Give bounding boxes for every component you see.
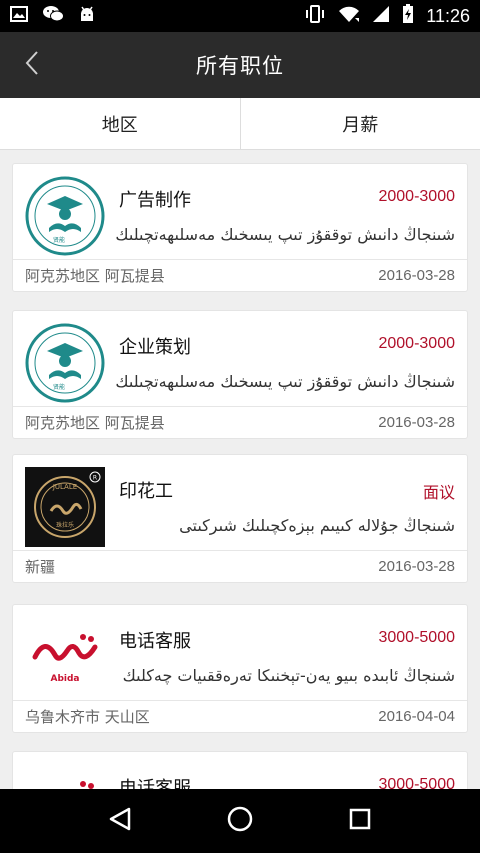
nav-back-button[interactable]: [96, 797, 144, 845]
job-card[interactable]: 贤能 广告制作 2000-3000 شىنجاڭ دانىش توققۇز تى…: [12, 163, 468, 292]
signal-icon: [372, 5, 390, 27]
company-name: شىنجاڭ دانىش توققۇز تىپ يىسخىك مەسلىھەتچ…: [115, 372, 455, 391]
job-salary: 2000-3000: [378, 188, 455, 205]
job-date: 2016-03-28: [378, 558, 455, 575]
job-title: 电话客服: [119, 778, 191, 789]
abida-logo: [25, 764, 105, 789]
job-salary: 面议: [422, 485, 455, 502]
julale-logo: JULALE 珠拉乐 R: [25, 467, 105, 547]
battery-charging-icon: [402, 4, 414, 28]
svg-text:R: R: [93, 475, 97, 482]
svg-text:贤能: 贤能: [53, 236, 65, 244]
job-title: 广告制作: [119, 190, 191, 211]
job-date: 2016-04-04: [378, 708, 455, 725]
android-icon: [78, 5, 96, 27]
job-card[interactable]: Abida 电话客服 3000-5000 شىنجاڭ ئابىدە بىيو …: [12, 604, 468, 733]
danish-advertising-logo: 贤能: [25, 176, 105, 256]
job-salary: 2000-3000: [378, 335, 455, 352]
wifi-icon: [338, 5, 360, 27]
svg-text:贤能: 贤能: [53, 383, 65, 391]
back-button[interactable]: [14, 47, 50, 83]
job-date: 2016-03-28: [378, 267, 455, 284]
svg-text:珠拉乐: 珠拉乐: [56, 521, 74, 529]
job-location: 乌鲁木齐市 天山区: [25, 708, 150, 726]
danish-advertising-logo: 贤能: [25, 323, 105, 403]
abida-logo: Abida: [25, 617, 105, 697]
chevron-left-icon: [24, 50, 40, 80]
job-list[interactable]: 贤能 广告制作 2000-3000 شىنجاڭ دانىش توققۇز تى…: [0, 150, 480, 789]
back-triangle-icon: [107, 806, 133, 836]
home-circle-icon: [226, 805, 254, 837]
job-date: 2016-03-28: [378, 414, 455, 431]
image-icon: [10, 6, 28, 26]
job-title: 印花工: [119, 481, 173, 502]
job-title: 企业策划: [119, 337, 191, 358]
nav-recents-button[interactable]: [336, 797, 384, 845]
page-title: 所有职位: [196, 54, 284, 78]
svg-text:JULALE: JULALE: [52, 483, 77, 491]
job-card[interactable]: JULALE 珠拉乐 R 印花工 面议 شىنجاڭ جۇلالە كىيىم …: [12, 454, 468, 583]
status-time: 11:26: [426, 5, 470, 26]
job-salary: 3000-5000: [378, 776, 455, 789]
job-location: 新疆: [25, 558, 56, 576]
wechat-icon: [42, 5, 64, 27]
job-salary: 3000-5000: [378, 629, 455, 646]
job-location: 阿克苏地区 阿瓦提县: [25, 267, 165, 285]
nav-home-button[interactable]: [216, 797, 264, 845]
company-name: شىنجاڭ دانىش توققۇز تىپ يىسخىك مەسلىھەتچ…: [115, 225, 455, 244]
company-name: شىنجاڭ جۇلالە كىيىم بېزەكچىلىك شىركىتى: [179, 516, 455, 535]
svg-text:Abida: Abida: [50, 674, 79, 684]
job-card[interactable]: 电话客服 3000-5000: [12, 751, 468, 789]
job-location: 阿克苏地区 阿瓦提县: [25, 414, 165, 432]
navigation-bar: [0, 789, 480, 853]
filter-region[interactable]: 地区: [0, 98, 240, 149]
recents-square-icon: [348, 807, 372, 835]
status-bar: 11:26: [0, 0, 480, 32]
filter-bar: 地区 月薪: [0, 98, 480, 150]
vibrate-icon: [304, 5, 326, 27]
app-bar: 所有职位: [0, 32, 480, 98]
job-card[interactable]: 贤能 企业策划 2000-3000 شىنجاڭ دانىش توققۇز تى…: [12, 310, 468, 439]
company-name: شىنجاڭ ئابىدە بىيو يەن-تېخنىكا تەرەققىيا…: [122, 666, 455, 685]
filter-salary[interactable]: 月薪: [239, 98, 480, 149]
job-title: 电话客服: [119, 631, 191, 652]
